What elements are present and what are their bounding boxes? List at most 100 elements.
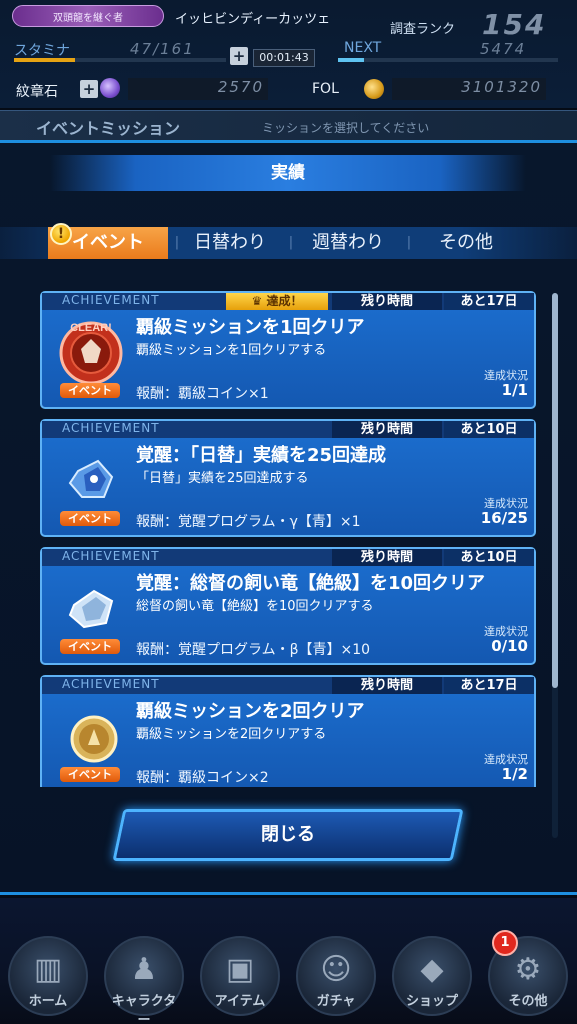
progress-value: 16/25 xyxy=(480,509,528,527)
gacha-icon: ☺ xyxy=(320,952,352,987)
time-remaining-label: 残り時間 xyxy=(332,549,442,566)
nav-label: ガチャ xyxy=(316,994,356,1009)
tab-separator: | xyxy=(406,235,412,250)
mission-description: 覇級ミッションを1回クリアする xyxy=(136,343,327,358)
rank-label: 調査ランク xyxy=(390,22,456,37)
mission-reward: 報酬：覇級コイン×2 xyxy=(136,770,269,786)
time-remaining-value: あと10日 xyxy=(444,549,534,566)
time-remaining-value: あと17日 xyxy=(444,293,534,310)
time-remaining-label: 残り時間 xyxy=(332,421,442,438)
nav-label: ショップ xyxy=(405,994,458,1009)
tab-separator: | xyxy=(174,235,180,250)
svg-text:CLEAR!: CLEAR! xyxy=(70,322,112,334)
nav-home[interactable]: ▥ ホーム xyxy=(8,936,88,1016)
nav-label: キャラクター xyxy=(111,994,177,1024)
fol-label: FOL xyxy=(312,81,339,97)
nav-gacha[interactable]: ☺ ガチャ xyxy=(296,936,376,1016)
mission-description: 総督の飼い竜【絶級】を10回クリアする xyxy=(136,599,374,614)
event-mission-hint: ミッションを選択してください xyxy=(262,121,430,135)
next-exp-label: NEXT xyxy=(344,40,382,56)
close-button[interactable]: 閉じる xyxy=(112,809,464,861)
achievement-label: ACHIEVEMENT xyxy=(62,293,160,307)
mission-list-scrollbar[interactable] xyxy=(552,293,558,838)
stamina-timer: 00:01:43 xyxy=(253,49,315,67)
crest-stone-value: 2570 xyxy=(128,78,268,100)
player-title-badge[interactable]: 双頭龍を継ぐ者 xyxy=(12,5,164,27)
time-remaining-value: あと17日 xyxy=(444,677,534,694)
close-button-label: 閉じる xyxy=(261,824,315,845)
tab-weekly[interactable]: 週替わり xyxy=(298,227,398,259)
exp-bar xyxy=(338,58,558,62)
stamina-value: 47/161 xyxy=(130,40,195,58)
achieved-badge-label: 達成！ xyxy=(266,294,303,308)
crest-stone-label: 紋章石 xyxy=(16,84,58,100)
shop-icon: ◆ xyxy=(420,952,444,987)
mission-card[interactable]: ACHIEVEMENT 残り時間 あと10日 イベント 覚醒：「日替」実績を25… xyxy=(40,419,536,537)
gold-coin-icon xyxy=(70,715,118,763)
time-remaining-label: 残り時間 xyxy=(332,293,442,310)
bottom-nav: ▥ ホーム ♟ キャラクター ▣ アイテム ☺ ガチャ ◆ ショップ ⚙ その他 xyxy=(0,898,577,1024)
mission-title: 覚醒：「日替」実績を25回達成 xyxy=(136,445,387,466)
event-tag: イベント xyxy=(60,511,120,526)
player-name: イッヒビンディーカッツェ xyxy=(175,12,331,27)
achieved-badge: ♛ 達成！ xyxy=(226,293,328,310)
event-mission-header: イベントミッション ミッションを選択してください xyxy=(0,110,577,140)
mission-reward: 報酬：覚醒プログラム・β【青】×10 xyxy=(136,642,371,658)
achievement-label: ACHIEVEMENT xyxy=(62,421,160,435)
mission-description: 覇級ミッションを2回クリアする xyxy=(136,727,327,742)
achievements-modal: 実績 イベント | 日替わり | 週替わり | その他 ! ACHIEVEMEN… xyxy=(0,140,577,895)
notification-badge: 1 xyxy=(492,930,518,956)
tab-separator: | xyxy=(288,235,294,250)
item-icon: ▣ xyxy=(225,952,255,987)
buy-crest-stone-button[interactable]: + xyxy=(80,80,98,98)
nav-label: アイテム xyxy=(214,994,266,1009)
blue-crystal-icon xyxy=(68,459,114,498)
event-tag: イベント xyxy=(60,639,120,654)
fol-coin-icon xyxy=(364,79,384,99)
character-icon: ♟ xyxy=(130,952,158,987)
achievement-label: ACHIEVEMENT xyxy=(62,677,160,691)
progress-value: 0/10 xyxy=(491,637,528,655)
achievement-tabs: イベント | 日替わり | 週替わり | その他 xyxy=(0,227,577,259)
fol-value: 3101320 xyxy=(392,78,546,100)
stamina-label: スタミナ xyxy=(14,43,70,59)
scrollbar-thumb[interactable] xyxy=(552,293,558,688)
status-header: 双頭龍を継ぐ者 イッヒビンディーカッツェ 調査ランク 154 スタミナ 47/1… xyxy=(0,0,577,108)
progress-value: 1/2 xyxy=(501,765,528,783)
home-icon: ▥ xyxy=(33,952,63,987)
event-tag: イベント xyxy=(60,383,120,398)
mission-title: 覚醒：総督の飼い竜【絶級】を10回クリア xyxy=(136,573,486,594)
progress-value: 1/1 xyxy=(501,381,528,399)
event-mission-title: イベントミッション xyxy=(36,119,181,138)
stamina-bar xyxy=(14,58,226,62)
nav-label: その他 xyxy=(508,994,548,1009)
time-remaining-label: 残り時間 xyxy=(332,677,442,694)
nav-character[interactable]: ♟ キャラクター xyxy=(104,936,184,1024)
tab-other[interactable]: その他 xyxy=(420,227,512,259)
silver-crystal-icon xyxy=(68,589,114,629)
crest-stone-icon xyxy=(100,78,120,98)
rank-value: 154 xyxy=(482,8,547,41)
achievement-label: ACHIEVEMENT xyxy=(62,549,160,563)
clear-medal-icon: CLEAR! xyxy=(59,321,123,385)
mission-reward: 報酬：覇級コイン×1 xyxy=(136,386,269,402)
nav-item[interactable]: ▣ アイテム xyxy=(200,936,280,1016)
mission-card[interactable]: ACHIEVEMENT ♛ 達成！ 残り時間 あと17日 CLEAR! イベント… xyxy=(40,291,536,409)
tab-daily[interactable]: 日替わり xyxy=(184,227,276,259)
stamina-recover-button[interactable]: + xyxy=(230,47,248,65)
nav-label: ホーム xyxy=(28,994,68,1009)
next-exp-value: 5474 xyxy=(480,40,527,58)
mission-list[interactable]: ACHIEVEMENT ♛ 達成！ 残り時間 あと17日 CLEAR! イベント… xyxy=(40,291,538,787)
exp-bar-fill xyxy=(338,58,365,62)
mission-card[interactable]: ACHIEVEMENT 残り時間 あと10日 イベント 覚醒：総督の飼い竜【絶級… xyxy=(40,547,536,665)
mission-reward: 報酬：覚醒プログラム・γ【青】×1 xyxy=(136,514,361,530)
mission-description: 「日替」実績を25回達成する xyxy=(136,471,309,486)
mission-title: 覇級ミッションを1回クリア xyxy=(136,317,365,338)
time-remaining-value: あと10日 xyxy=(444,421,534,438)
mission-card[interactable]: ACHIEVEMENT 残り時間 あと17日 イベント 覇級ミッションを2回クリ… xyxy=(40,675,536,787)
gear-icon: ⚙ xyxy=(514,952,542,987)
event-tag: イベント xyxy=(60,767,120,782)
modal-title: 実績 xyxy=(50,155,526,191)
nav-shop[interactable]: ◆ ショップ xyxy=(392,936,472,1016)
mission-title: 覇級ミッションを2回クリア xyxy=(136,701,365,722)
